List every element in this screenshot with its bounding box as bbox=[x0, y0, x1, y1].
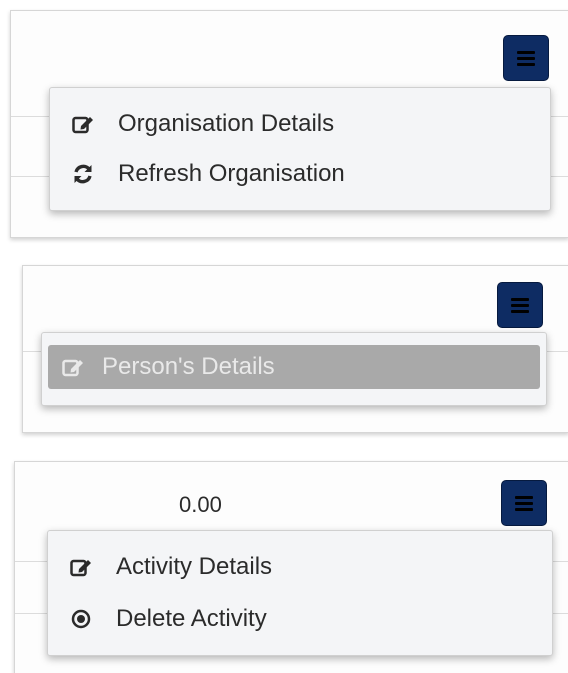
person-dropdown-menu: Person's Details bbox=[41, 332, 547, 406]
page: Organisation Details Refresh Organisatio… bbox=[0, 0, 568, 673]
organisation-dropdown-menu: Organisation Details Refresh Organisatio… bbox=[49, 87, 551, 211]
menu-item-refresh-organisation[interactable]: Refresh Organisation bbox=[50, 152, 550, 196]
menu-item-label: Activity Details bbox=[116, 553, 273, 580]
menu-item-activity-details[interactable]: Activity Details bbox=[48, 545, 552, 589]
person-menu-button[interactable] bbox=[497, 282, 543, 328]
activity-value: 0.00 bbox=[179, 492, 222, 517]
menu-item-label: Organisation Details bbox=[118, 110, 335, 137]
activity-dropdown-menu: Activity Details Delete Activity bbox=[47, 530, 553, 656]
remove-circle-icon bbox=[68, 607, 94, 631]
edit-icon bbox=[60, 355, 86, 379]
organisation-panel: Organisation Details Refresh Organisatio… bbox=[10, 10, 568, 238]
activity-panel: 0.00 Activity Details Delete Activity bbox=[14, 461, 568, 673]
organisation-menu-button[interactable] bbox=[503, 35, 549, 81]
edit-icon bbox=[68, 555, 94, 579]
menu-item-label: Person's Details bbox=[102, 353, 275, 380]
menu-item-label: Delete Activity bbox=[116, 605, 267, 632]
menu-item-organisation-details[interactable]: Organisation Details bbox=[50, 102, 550, 146]
hamburger-menu-icon bbox=[517, 50, 535, 66]
hamburger-menu-icon bbox=[511, 297, 529, 313]
menu-item-persons-details[interactable]: Person's Details bbox=[48, 345, 540, 389]
edit-icon bbox=[70, 112, 96, 136]
hamburger-menu-icon bbox=[515, 495, 533, 511]
menu-item-delete-activity[interactable]: Delete Activity bbox=[48, 597, 552, 641]
activity-menu-button[interactable] bbox=[501, 480, 547, 526]
refresh-icon bbox=[70, 162, 96, 186]
menu-item-label: Refresh Organisation bbox=[118, 160, 345, 187]
person-panel: Person's Details bbox=[22, 265, 568, 433]
